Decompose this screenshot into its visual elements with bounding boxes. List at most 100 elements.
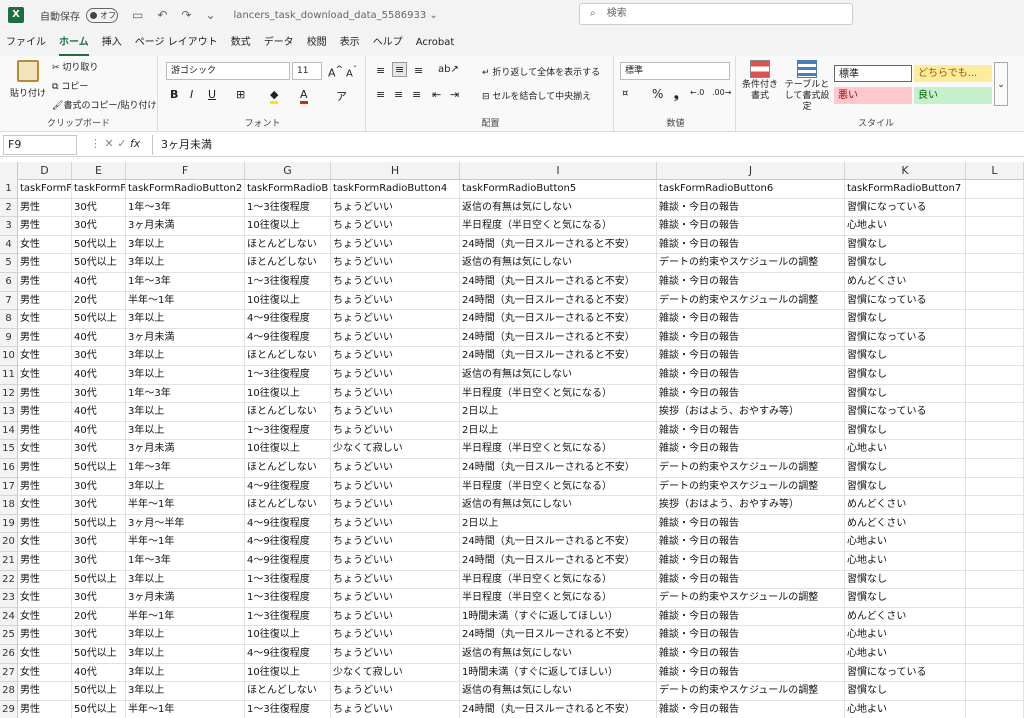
- cell-f22[interactable]: 3年以上: [126, 570, 245, 590]
- cell-h15[interactable]: 少なくて寂しい: [331, 440, 460, 459]
- cell-i20[interactable]: 24時間（丸一日スルーされると不安）: [460, 533, 657, 552]
- row-header[interactable]: 5: [0, 254, 18, 273]
- cell-g26[interactable]: 4～9往復程度: [245, 645, 331, 664]
- cell-f16[interactable]: 1年～3年: [126, 459, 245, 478]
- cell-h12[interactable]: ちょうどいい: [331, 384, 460, 404]
- cell-k22[interactable]: 習慣なし: [845, 570, 966, 590]
- cell-f7[interactable]: 半年～1年: [126, 291, 245, 311]
- cell-f11[interactable]: 3年以上: [126, 366, 245, 385]
- cell-g16[interactable]: ほとんどしない: [245, 459, 331, 478]
- cell-g6[interactable]: 1～3往復程度: [245, 273, 331, 292]
- row-header[interactable]: 18: [0, 496, 18, 515]
- cell-f9[interactable]: 3ヶ月未満: [126, 328, 245, 348]
- font-name-dropdown[interactable]: 游ゴシック: [166, 62, 290, 80]
- orientation-icon[interactable]: ab↗: [438, 64, 459, 75]
- cell-d12[interactable]: 男性: [18, 384, 72, 404]
- style-bad[interactable]: 悪い: [834, 87, 912, 104]
- cell-l24[interactable]: [966, 607, 1024, 627]
- cell-j23[interactable]: デートの約束やスケジュールの調整: [657, 589, 845, 608]
- cell-f2[interactable]: 1年～3年: [126, 198, 245, 218]
- cell-e21[interactable]: 30代: [72, 552, 126, 571]
- row-header[interactable]: 10: [0, 347, 18, 366]
- redo-icon[interactable]: ↷: [181, 8, 191, 22]
- cell-d25[interactable]: 男性: [18, 626, 72, 645]
- cell-l16[interactable]: [966, 459, 1024, 478]
- cell-f4[interactable]: 3年以上: [126, 235, 245, 255]
- cell-h24[interactable]: ちょうどいい: [331, 607, 460, 627]
- cell-j26[interactable]: 雑談・今日の報告: [657, 645, 845, 664]
- cell-e14[interactable]: 40代: [72, 421, 126, 441]
- cell-l20[interactable]: [966, 533, 1024, 552]
- cell-l10[interactable]: [966, 347, 1024, 366]
- cell-d16[interactable]: 男性: [18, 459, 72, 478]
- cell-g22[interactable]: 1～3往復程度: [245, 570, 331, 590]
- cell-l4[interactable]: [966, 235, 1024, 255]
- cell-f3[interactable]: 3ヶ月未満: [126, 217, 245, 236]
- cell-e23[interactable]: 30代: [72, 589, 126, 608]
- cell-j28[interactable]: デートの約束やスケジュールの調整: [657, 682, 845, 701]
- row-header[interactable]: 12: [0, 384, 18, 404]
- cell-h28[interactable]: ちょうどいい: [331, 682, 460, 701]
- cell-k3[interactable]: 心地よい: [845, 217, 966, 236]
- fx-icon[interactable]: fx: [130, 137, 140, 150]
- cell-i12[interactable]: 半日程度（半日空くと気になる）: [460, 384, 657, 404]
- cell-j19[interactable]: 雑談・今日の報告: [657, 514, 845, 534]
- cell-d29[interactable]: 男性: [18, 700, 72, 718]
- cell-k10[interactable]: 習慣なし: [845, 347, 966, 366]
- cell-k26[interactable]: 心地よい: [845, 645, 966, 664]
- cell-l23[interactable]: [966, 589, 1024, 608]
- row-header[interactable]: 9: [0, 328, 18, 348]
- font-color-button[interactable]: A: [300, 88, 308, 104]
- cell-j6[interactable]: 雑談・今日の報告: [657, 273, 845, 292]
- cell-k9[interactable]: 習慣になっている: [845, 328, 966, 348]
- cell-l9[interactable]: [966, 328, 1024, 348]
- cell-l5[interactable]: [966, 254, 1024, 273]
- cell-i9[interactable]: 24時間（丸一日スルーされると不安）: [460, 328, 657, 348]
- cell-k21[interactable]: 心地よい: [845, 552, 966, 571]
- conditional-format-button[interactable]: 条件付き書式: [740, 60, 780, 102]
- align-bottom-icon[interactable]: ≡: [414, 64, 423, 77]
- cell-j20[interactable]: 雑談・今日の報告: [657, 533, 845, 552]
- cell-j13[interactable]: 挨拶（おはよう、おやすみ等）: [657, 403, 845, 422]
- row-header[interactable]: 19: [0, 514, 18, 534]
- row-header[interactable]: 3: [0, 217, 18, 236]
- cell-l8[interactable]: [966, 310, 1024, 329]
- cell-k15[interactable]: 心地よい: [845, 440, 966, 459]
- row-header[interactable]: 6: [0, 273, 18, 292]
- row-header[interactable]: 24: [0, 607, 18, 627]
- cell-e8[interactable]: 50代以上: [72, 310, 126, 329]
- row-header[interactable]: 2: [0, 198, 18, 218]
- cell-g25[interactable]: 10往復以上: [245, 626, 331, 645]
- cell-h8[interactable]: ちょうどいい: [331, 310, 460, 329]
- align-center-icon[interactable]: ≡: [394, 88, 403, 101]
- row-header[interactable]: 29: [0, 700, 18, 718]
- column-header-h[interactable]: H: [331, 162, 460, 180]
- tab-acrobat[interactable]: Acrobat: [416, 30, 455, 56]
- cell-i7[interactable]: 24時間（丸一日スルーされると不安）: [460, 291, 657, 311]
- cell-e24[interactable]: 20代: [72, 607, 126, 627]
- cell-h7[interactable]: ちょうどいい: [331, 291, 460, 311]
- cell-f12[interactable]: 1年～3年: [126, 384, 245, 404]
- cell-g7[interactable]: 10往復以上: [245, 291, 331, 311]
- row-header[interactable]: 13: [0, 403, 18, 422]
- cell-j15[interactable]: 雑談・今日の報告: [657, 440, 845, 459]
- tab-data[interactable]: データ: [264, 30, 294, 56]
- column-header-k[interactable]: K: [845, 162, 966, 180]
- row-header[interactable]: 20: [0, 533, 18, 552]
- cell-e9[interactable]: 40代: [72, 328, 126, 348]
- align-left-icon[interactable]: ≡: [376, 88, 385, 101]
- cell-k27[interactable]: 習慣になっている: [845, 663, 966, 683]
- align-middle-icon[interactable]: ≡: [392, 62, 408, 77]
- cell-f28[interactable]: 3年以上: [126, 682, 245, 701]
- cell-d7[interactable]: 男性: [18, 291, 72, 311]
- cell-i5[interactable]: 返信の有無は気にしない: [460, 254, 657, 273]
- cell-k5[interactable]: 習慣なし: [845, 254, 966, 273]
- cell-j2[interactable]: 雑談・今日の報告: [657, 198, 845, 218]
- cell-i6[interactable]: 24時間（丸一日スルーされると不安）: [460, 273, 657, 292]
- cell-l27[interactable]: [966, 663, 1024, 683]
- cell-i17[interactable]: 半日程度（半日空くと気になる）: [460, 477, 657, 497]
- cell-k24[interactable]: めんどくさい: [845, 607, 966, 627]
- cell-j21[interactable]: 雑談・今日の報告: [657, 552, 845, 571]
- cell-g3[interactable]: 10往復以上: [245, 217, 331, 236]
- cell-l29[interactable]: [966, 700, 1024, 718]
